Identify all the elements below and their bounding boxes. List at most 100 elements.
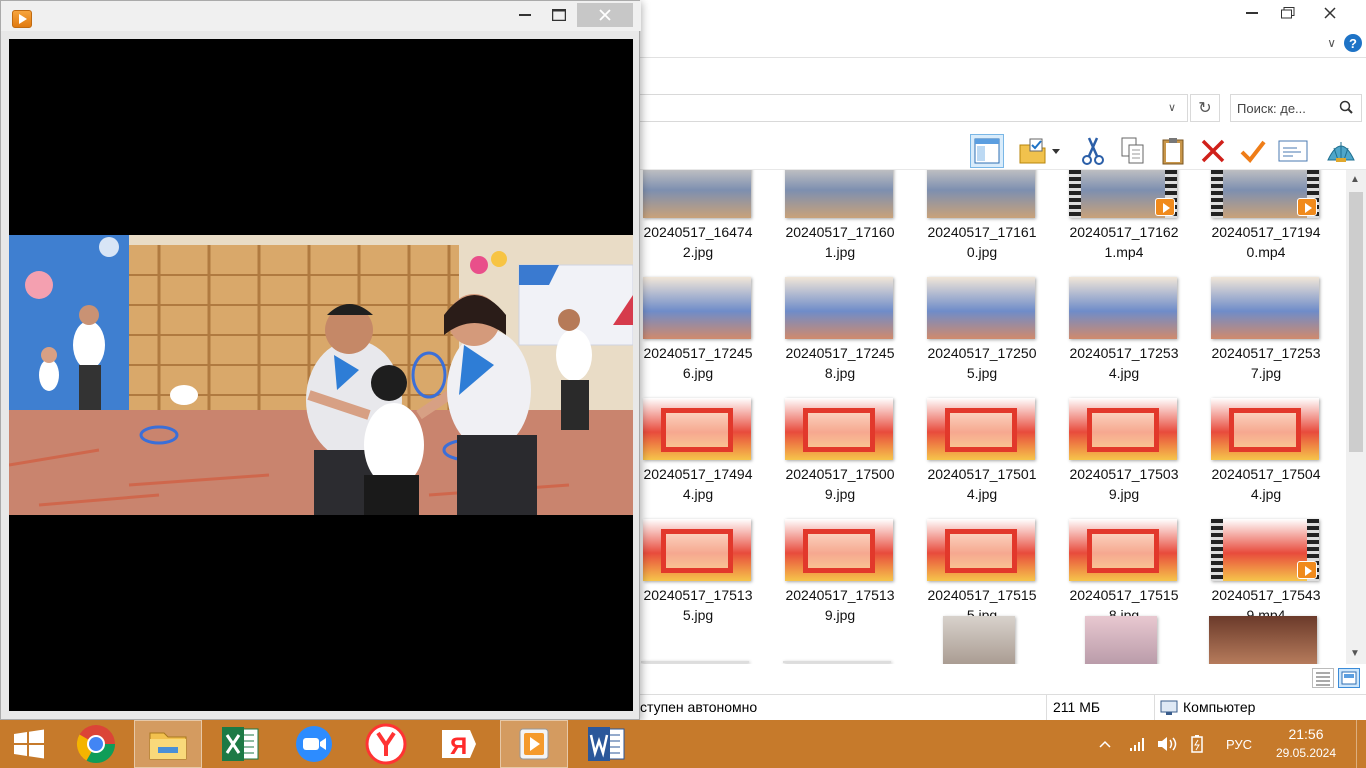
chevron-up-icon [1099,740,1111,748]
folder-check-icon [1019,138,1046,164]
image-thumbnail [927,170,1035,218]
taskbar-zoom[interactable] [280,720,348,768]
file-item[interactable]: 20240517_174944.jpg [641,398,783,518]
yandex-icon: Я [442,730,476,760]
file-item[interactable]: 20240517_171621.mp4 [1067,170,1209,276]
image-thumbnail[interactable] [1209,616,1317,664]
scroll-down-icon[interactable]: ▼ [1350,648,1360,659]
file-name: 20240517_171601.jpg [785,224,895,260]
file-name: 20240517_172505.jpg [927,345,1037,381]
volume-indicator[interactable] [1156,720,1178,768]
restore-icon [1281,7,1295,19]
power-indicator[interactable] [1188,720,1206,768]
taskbar-word[interactable] [572,720,640,768]
taskbar-yandex[interactable]: Я [424,720,492,768]
network-signal-icon [1130,738,1144,751]
ribbon-expand-icon[interactable]: ∨ [1327,36,1336,50]
file-item[interactable]: 20240517_172458.jpg [783,277,925,397]
folder-options-dropdown[interactable] [1048,134,1064,168]
image-thumbnail [1069,277,1177,339]
player-close-button[interactable] [577,3,633,27]
delete-icon [1201,139,1225,163]
search-input[interactable]: Поиск: де... [1230,94,1362,122]
file-item[interactable]: 20240517_171601.jpg [783,170,925,276]
scroll-thumb[interactable] [1349,192,1363,452]
close-button[interactable] [1312,0,1348,26]
email-button[interactable] [1276,134,1310,168]
file-item[interactable]: 20240517_172534.jpg [1067,277,1209,397]
taskbar-media-player[interactable] [500,720,568,768]
image-thumbnail[interactable] [1085,616,1157,664]
image-thumbnail[interactable] [783,661,891,663]
cut-button[interactable] [1076,134,1110,168]
taskbar-file-explorer[interactable] [134,720,202,768]
file-item[interactable]: 20240517_175044.jpg [1209,398,1346,518]
file-item[interactable]: 20240517_171610.jpg [925,170,1067,276]
file-item[interactable]: 20240517_175135.jpg [641,519,783,639]
taskbar-yandex-browser[interactable] [352,720,420,768]
shell-button[interactable] [1324,134,1358,168]
file-item[interactable]: 20240517_175014.jpg [925,398,1067,518]
yandex-browser-icon [365,723,407,765]
video-thumbnail [1211,519,1319,581]
maximize-button[interactable] [1270,0,1306,26]
taskbar-excel[interactable] [206,720,274,768]
file-name: 20240517_175039.jpg [1069,466,1179,502]
folder-options-button[interactable] [1016,134,1050,168]
image-thumbnail [643,277,751,339]
file-item[interactable]: 20240517_172537.jpg [1209,277,1346,397]
file-name: 20240517_175135.jpg [643,587,753,623]
player-minimize-button[interactable] [507,3,543,27]
battery-plug-icon [1191,735,1203,753]
image-thumbnail[interactable] [943,616,1015,664]
video-thumbnail [1069,170,1177,218]
copy-button[interactable] [1116,134,1150,168]
paste-button[interactable] [1156,134,1190,168]
clock-time: 21:56 [1288,726,1324,742]
file-item[interactable]: 20240517_164742.jpg [641,170,783,276]
address-row: ∨ ↻ Поиск: де... [640,94,1366,124]
language-label: РУС [1226,736,1253,752]
file-item[interactable]: 20240517_175009.jpg [783,398,925,518]
preview-pane-button[interactable] [970,134,1004,168]
file-name: 20240517_174944.jpg [643,466,753,502]
refresh-button[interactable]: ↻ [1190,94,1220,122]
computer-icon [1160,700,1178,719]
chrome-icon [76,725,116,764]
view-switcher [640,664,1366,694]
clock[interactable]: 21:56 29.05.2024 [1266,724,1346,762]
delete-button[interactable] [1196,134,1230,168]
address-bar[interactable]: ∨ [640,94,1188,122]
video-surface[interactable] [9,39,633,711]
file-item[interactable]: 20240517_172505.jpg [925,277,1067,397]
file-item[interactable]: 20240517_171940.mp4 [1209,170,1346,276]
file-name: 20240517_172534.jpg [1069,345,1179,381]
help-icon[interactable]: ? [1344,34,1362,52]
file-grid: 20240517_164742.jpg 20240517_171601.jpg 20… [640,170,1346,664]
media-player-app-icon [12,10,32,28]
image-thumbnail[interactable] [641,661,749,663]
file-item[interactable]: 20240517_172456.jpg [641,277,783,397]
start-button[interactable] [10,727,48,761]
network-indicator[interactable] [1128,720,1148,768]
taskbar-chrome[interactable] [62,720,130,768]
minimize-button[interactable] [1234,0,1270,26]
show-desktop-button[interactable] [1356,720,1366,768]
player-maximize-button[interactable] [541,3,577,27]
play-icon [1297,198,1317,216]
file-item[interactable]: 20240517_175039.jpg [1067,398,1209,518]
vertical-scrollbar[interactable]: ▲ ▼ [1346,170,1366,664]
copy-icon [1121,137,1144,164]
explorer-toolbar [640,130,1366,170]
thumbnails-view-button[interactable] [1338,668,1360,688]
player-titlebar [1,1,641,31]
details-view-button[interactable] [1312,668,1334,688]
status-availability: ступен автономно [640,699,758,715]
language-indicator[interactable]: РУС [1226,720,1252,768]
file-item[interactable]: 20240517_175139.jpg [783,519,925,639]
scroll-up-icon[interactable]: ▲ [1350,174,1360,185]
details-view-icon [1316,672,1330,686]
select-button[interactable] [1236,134,1270,168]
chevron-down-icon[interactable]: ∨ [1168,101,1176,114]
show-hidden-icons[interactable] [1098,720,1112,768]
